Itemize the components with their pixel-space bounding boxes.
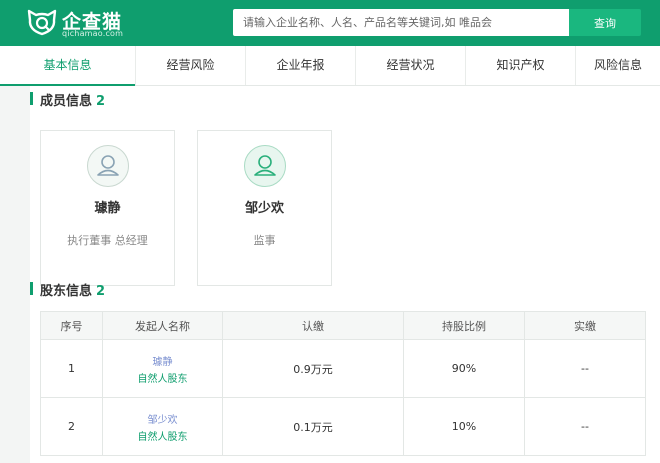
section-accent-bar: [30, 92, 33, 105]
table-row: 1 璩静 自然人股东 0.9万元 90% --: [40, 339, 646, 398]
section-accent-bar: [30, 282, 33, 295]
tab-business-risk[interactable]: 经营风险: [136, 46, 246, 85]
column-header-index: 序号: [40, 311, 103, 340]
holder-type: 自然人股东: [137, 373, 188, 385]
share-ratio: 90%: [403, 339, 525, 398]
person-icon: [244, 145, 286, 187]
member-name: 邹少欢: [244, 201, 284, 216]
row-index: 1: [40, 339, 103, 398]
member-role: 监事: [253, 234, 276, 247]
holder-name-link[interactable]: 邹少欢: [103, 411, 222, 426]
table-row: 2 邹少欢 自然人股东 0.1万元 10% --: [40, 397, 646, 456]
row-index: 2: [40, 397, 103, 456]
person-icon: [87, 145, 129, 187]
site-logo[interactable]: 企查猫 qichamao.com: [26, 6, 176, 40]
paid-amount: --: [524, 339, 646, 398]
section-tabs: 基本信息 经营风险 企业年报 经营状况 知识产权 风险信息: [0, 46, 660, 86]
shareholders-title-text: 股东信息: [40, 284, 93, 299]
tab-annual-report[interactable]: 企业年报: [246, 46, 356, 85]
paid-amount: --: [524, 397, 646, 456]
members-section-title: 成员信息 2: [30, 90, 106, 109]
top-header: 企查猫 qichamao.com 查询: [0, 0, 660, 46]
column-header-ratio: 持股比例: [403, 311, 525, 340]
main-content: 成员信息 2 璩静 执行董事 总经理 邹少欢 监事 股东信息 2 序号 发起人名…: [30, 86, 660, 463]
subscribed-amount: 0.9万元: [222, 339, 404, 398]
column-header-subscribed: 认缴: [222, 311, 404, 340]
member-name: 璩静: [94, 201, 121, 216]
members-title-text: 成员信息: [40, 94, 93, 109]
holder-type: 自然人股东: [137, 431, 188, 443]
search-button[interactable]: 查询: [569, 9, 641, 36]
holder-cell: 邹少欢 自然人股东: [102, 397, 223, 456]
holder-cell: 璩静 自然人股东: [102, 339, 223, 398]
tab-basic-info[interactable]: 基本信息: [0, 46, 136, 86]
logo-domain: qichamao.com: [62, 29, 124, 38]
shareholders-count: 2: [96, 284, 106, 299]
search-input[interactable]: [233, 9, 570, 36]
members-count: 2: [96, 94, 106, 109]
table-header-row: 序号 发起人名称 认缴 持股比例 实缴: [40, 311, 646, 340]
member-role: 执行董事 总经理: [67, 234, 148, 247]
member-card[interactable]: 璩静 执行董事 总经理: [40, 130, 175, 286]
tab-risk-info[interactable]: 风险信息: [576, 46, 660, 85]
shareholders-table: 序号 发起人名称 认缴 持股比例 实缴 1 璩静 自然人股东 0.9万元 90%…: [40, 311, 646, 456]
tab-operation-status[interactable]: 经营状况: [356, 46, 466, 85]
subscribed-amount: 0.1万元: [222, 397, 404, 456]
cat-logo-icon: [27, 9, 57, 36]
member-card[interactable]: 邹少欢 监事: [197, 130, 332, 286]
column-header-name: 发起人名称: [102, 311, 223, 340]
tab-intellectual-property[interactable]: 知识产权: [466, 46, 576, 85]
column-header-paid: 实缴: [524, 311, 646, 340]
holder-name-link[interactable]: 璩静: [103, 353, 222, 368]
share-ratio: 10%: [403, 397, 525, 456]
shareholders-section-title: 股东信息 2: [30, 280, 106, 299]
